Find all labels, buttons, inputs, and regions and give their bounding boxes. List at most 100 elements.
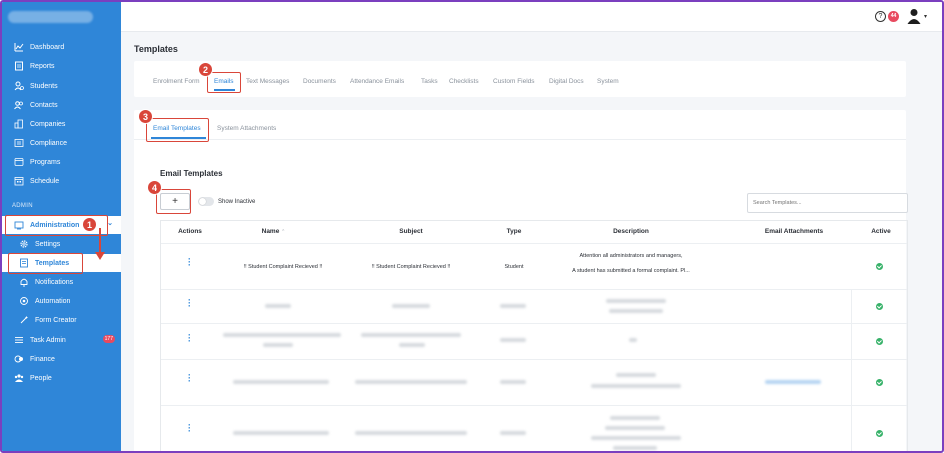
sidebar-item-label: Automation [35, 297, 71, 305]
sidebar-item-label: Students [30, 82, 58, 90]
blurred-type [500, 304, 526, 308]
blurred-attachment-link[interactable] [765, 380, 821, 384]
bell-icon [18, 276, 30, 288]
sidebar-section-admin: ADMIN [12, 203, 33, 209]
template-tabs: Enrolment Form Emails Text Messages Docu… [134, 61, 906, 97]
search-templates-input[interactable] [747, 193, 908, 213]
annotation-highlight-add-button [156, 189, 191, 214]
blurred-type [500, 380, 526, 384]
row-actions-kebab-icon[interactable]: · · · [188, 255, 192, 270]
tab-attendance-emails[interactable]: Attendance Emails [350, 78, 404, 85]
section-title: Email Templates [160, 169, 223, 178]
active-check-icon [876, 263, 883, 270]
sidebar-item-automation[interactable]: Automation [2, 292, 121, 310]
annotation-step-3: 3 [138, 109, 153, 124]
sidebar-item-label: Reports [30, 62, 55, 70]
sidebar-item-notifications[interactable]: Notifications [2, 273, 121, 291]
sidebar-item-settings[interactable]: Settings [2, 235, 121, 253]
annotation-step-2: 2 [198, 62, 213, 77]
programs-icon [13, 156, 25, 168]
email-templates-table: Actions Name ⌃ Subject Type Description … [160, 220, 908, 451]
row-description-line1: Attention all administrators and manager… [579, 253, 683, 259]
blurred-description [616, 373, 656, 377]
sidebar-item-compliance[interactable]: Compliance [2, 134, 121, 152]
page-title: Templates [134, 44, 178, 54]
tab-text-messages[interactable]: Text Messages [246, 78, 289, 85]
tab-tasks[interactable]: Tasks [421, 78, 438, 85]
blurred-description [613, 446, 657, 450]
sidebar-item-companies[interactable]: Companies [2, 115, 121, 133]
sidebar-item-people[interactable]: People [2, 369, 121, 387]
blurred-subject [392, 304, 430, 308]
user-icon[interactable] [907, 8, 921, 24]
table-row[interactable]: · · · [161, 323, 907, 359]
subtab-system-attachments[interactable]: System Attachments [217, 125, 276, 132]
sidebar-item-label: Companies [30, 120, 66, 128]
show-inactive-toggle[interactable] [198, 197, 214, 206]
blurred-description [629, 338, 637, 342]
table-row[interactable]: · · · [161, 359, 907, 405]
report-icon [13, 60, 25, 72]
sidebar-item-programs[interactable]: Programs [2, 153, 121, 171]
sidebar-item-label: Finance [30, 355, 55, 363]
blurred-description [610, 416, 660, 420]
automation-icon [18, 295, 30, 307]
column-header-label: Name [261, 228, 280, 235]
email-templates-card: Email Templates System Attachments Email… [134, 110, 908, 451]
sidebar-item-reports[interactable]: Reports [2, 57, 121, 75]
sidebar-item-label: Notifications [35, 278, 74, 286]
top-bar: ? 44 ▾ [121, 2, 942, 32]
blurred-name [233, 380, 329, 384]
table-row[interactable]: · · · !! Student Complaint Recieved !! !! … [161, 243, 907, 289]
tab-enrolment-form[interactable]: Enrolment Form [153, 78, 200, 85]
caret-down-icon[interactable]: ▾ [924, 13, 927, 20]
tab-documents[interactable]: Documents [303, 78, 336, 85]
help-icon[interactable]: ? [875, 11, 886, 22]
compliance-icon [13, 137, 25, 149]
tab-digital-docs[interactable]: Digital Docs [549, 78, 584, 85]
sidebar-item-finance[interactable]: Finance [2, 350, 121, 368]
annotation-step-4: 4 [147, 180, 162, 195]
chart-icon [13, 41, 25, 53]
blurred-description [591, 384, 681, 388]
row-type: Student [504, 264, 524, 270]
row-actions-kebab-icon[interactable]: · · · [188, 371, 192, 386]
sidebar-item-task-admin[interactable]: Task Admin 177 [2, 331, 121, 349]
active-check-icon [876, 379, 883, 386]
blurred-description [609, 309, 663, 313]
row-actions-kebab-icon[interactable]: · · · [188, 331, 192, 346]
blurred-description [606, 299, 666, 303]
row-subject: !! Student Complaint Recieved !! [371, 264, 451, 270]
notification-badge[interactable]: 44 [888, 11, 899, 22]
active-check-icon [876, 430, 883, 437]
sidebar-item-schedule[interactable]: Schedule [2, 172, 121, 190]
sidebar-item-label: Programs [30, 158, 61, 166]
table-row[interactable]: · · · [161, 289, 907, 323]
tab-system[interactable]: System [597, 78, 619, 85]
tab-checklists[interactable]: Checklists [449, 78, 479, 85]
blurred-name [233, 431, 329, 435]
task-count-badge: 177 [102, 335, 115, 343]
contacts-icon [13, 99, 25, 111]
row-actions-kebab-icon[interactable]: · · · [188, 296, 192, 311]
column-header-active: Active [871, 228, 891, 235]
sidebar-item-label: People [30, 374, 52, 382]
sidebar-item-students[interactable]: Students [2, 77, 121, 95]
logo[interactable] [8, 11, 115, 41]
sidebar-item-label: Contacts [30, 101, 58, 109]
column-header-description: Description [613, 228, 649, 235]
row-description-line2: A student has submitted a formal complai… [572, 268, 690, 274]
tab-custom-fields[interactable]: Custom Fields [493, 78, 535, 85]
table-row[interactable]: · · · [161, 405, 907, 451]
row-actions-kebab-icon[interactable]: · · · [188, 421, 192, 436]
annotation-highlight-email-templates-subtab [146, 118, 209, 142]
column-header-email-attachments: Email Attachments [764, 228, 824, 235]
blurred-description [605, 426, 665, 430]
blurred-subject [399, 343, 425, 347]
sidebar-item-dashboard[interactable]: Dashboard [2, 38, 121, 56]
divider [134, 139, 906, 140]
schedule-icon [13, 175, 25, 187]
sidebar-item-contacts[interactable]: Contacts [2, 96, 121, 114]
column-header-name[interactable]: Name ⌃ [251, 221, 296, 243]
sidebar-item-form-creator[interactable]: Form Creator [2, 311, 121, 329]
